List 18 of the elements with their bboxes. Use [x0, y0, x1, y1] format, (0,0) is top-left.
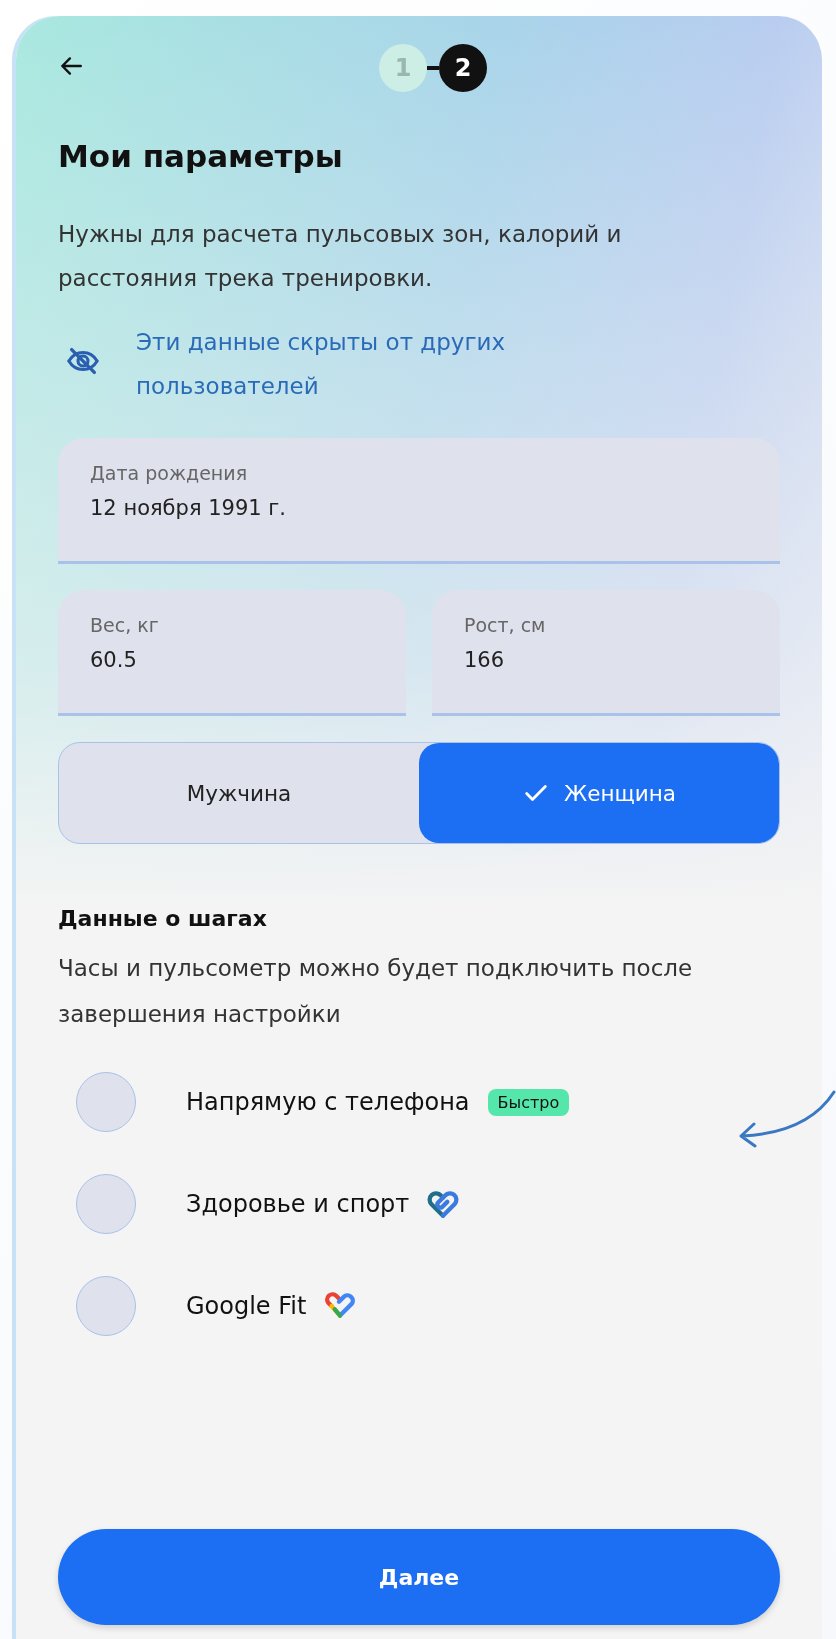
next-button[interactable]: Далее — [58, 1529, 780, 1625]
step-indicator: 2 — [439, 44, 487, 92]
input-field[interactable]: Вес, кг 60.5 — [58, 590, 406, 716]
source-label[interactable]: Здоровье и спорт — [186, 1190, 410, 1218]
gender-option[interactable]: Мужчина — [59, 743, 419, 843]
section-description: Часы и пульсометр можно будет подключить после завершения настройки — [58, 954, 694, 1029]
section-title: Данные о шагах — [58, 906, 268, 931]
fast-tag: Быстро — [487, 1088, 570, 1116]
description-text: Нужны для расчета пульсовых зон, калорий и расстояния трека тренировки. — [58, 220, 623, 293]
privacy-note: Эти данные скрыты от других пользователей — [136, 328, 507, 401]
source-label[interactable]: Напрямую с телефона — [186, 1088, 470, 1116]
heart-link-icon — [427, 1190, 460, 1218]
gender-option[interactable]: Женщина — [419, 743, 779, 843]
heart-icon — [324, 1292, 357, 1320]
page-title: Мои параметры — [58, 138, 344, 174]
source-label[interactable]: Google Fit — [186, 1292, 307, 1320]
birth-date-field[interactable]: Дата рождения 12 ноября 1991 г. — [58, 438, 780, 564]
input-field[interactable]: Рост, см 166 — [432, 590, 780, 716]
